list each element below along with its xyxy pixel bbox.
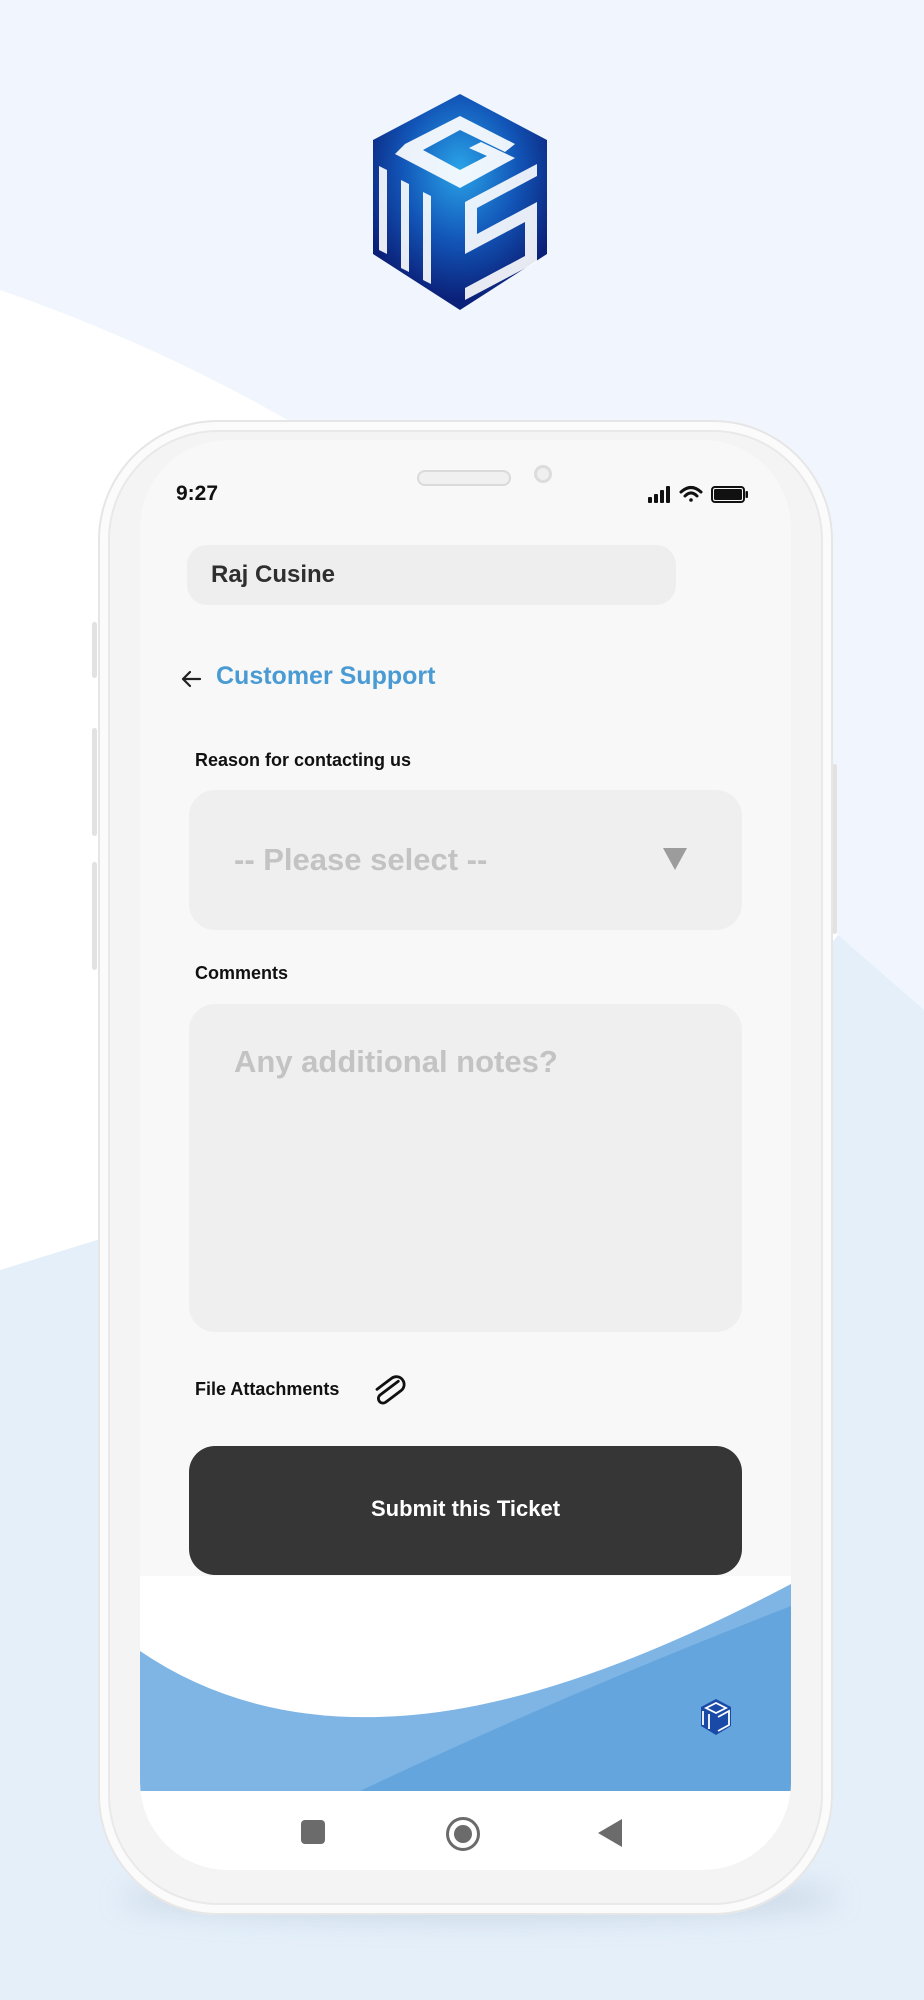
- user-name: Raj Cusine: [211, 561, 336, 588]
- reason-select-value: -- Please select --: [234, 842, 488, 877]
- attachments-label: File Attachments: [195, 1379, 340, 1399]
- comments-textarea[interactable]: Any additional notes?: [189, 1004, 742, 1332]
- phone-screen: 9:27 Raj Cusine Customer Support Reason …: [140, 440, 791, 1870]
- phone-volume-down: [92, 862, 97, 970]
- wifi-icon: [679, 486, 703, 502]
- reason-label: Reason for contacting us: [195, 750, 412, 770]
- comments-label: Comments: [195, 963, 289, 983]
- paperclip-icon[interactable]: [370, 1371, 408, 1409]
- comments-placeholder: Any additional notes?: [234, 1044, 558, 1079]
- user-name-pill[interactable]: Raj Cusine: [187, 545, 676, 605]
- square-icon[interactable]: [300, 1819, 326, 1845]
- status-icons: [648, 486, 748, 503]
- footer-wave: [140, 1576, 791, 1791]
- battery-icon: [711, 486, 748, 503]
- phone-speaker: [417, 470, 511, 486]
- submit-ticket-label: Submit this Ticket: [370, 1496, 561, 1521]
- page-title: Customer Support: [216, 662, 436, 690]
- phone-volume-up: [92, 728, 97, 836]
- triangle-down-icon: [663, 848, 687, 870]
- gms-logo: [373, 94, 547, 310]
- phone-camera: [534, 465, 552, 483]
- signal-icon: [648, 486, 670, 503]
- gms-mini-logo: [701, 1699, 731, 1735]
- phone-mute-switch: [92, 622, 97, 678]
- status-time: 9:27: [176, 482, 219, 505]
- submit-ticket-button[interactable]: Submit this Ticket: [189, 1446, 742, 1575]
- android-nav-bar: [140, 1791, 791, 1870]
- triangle-left-icon[interactable]: [598, 1819, 624, 1847]
- reason-select[interactable]: -- Please select --: [189, 790, 742, 930]
- circle-icon[interactable]: [445, 1816, 481, 1852]
- arrow-left-icon[interactable]: [178, 666, 204, 692]
